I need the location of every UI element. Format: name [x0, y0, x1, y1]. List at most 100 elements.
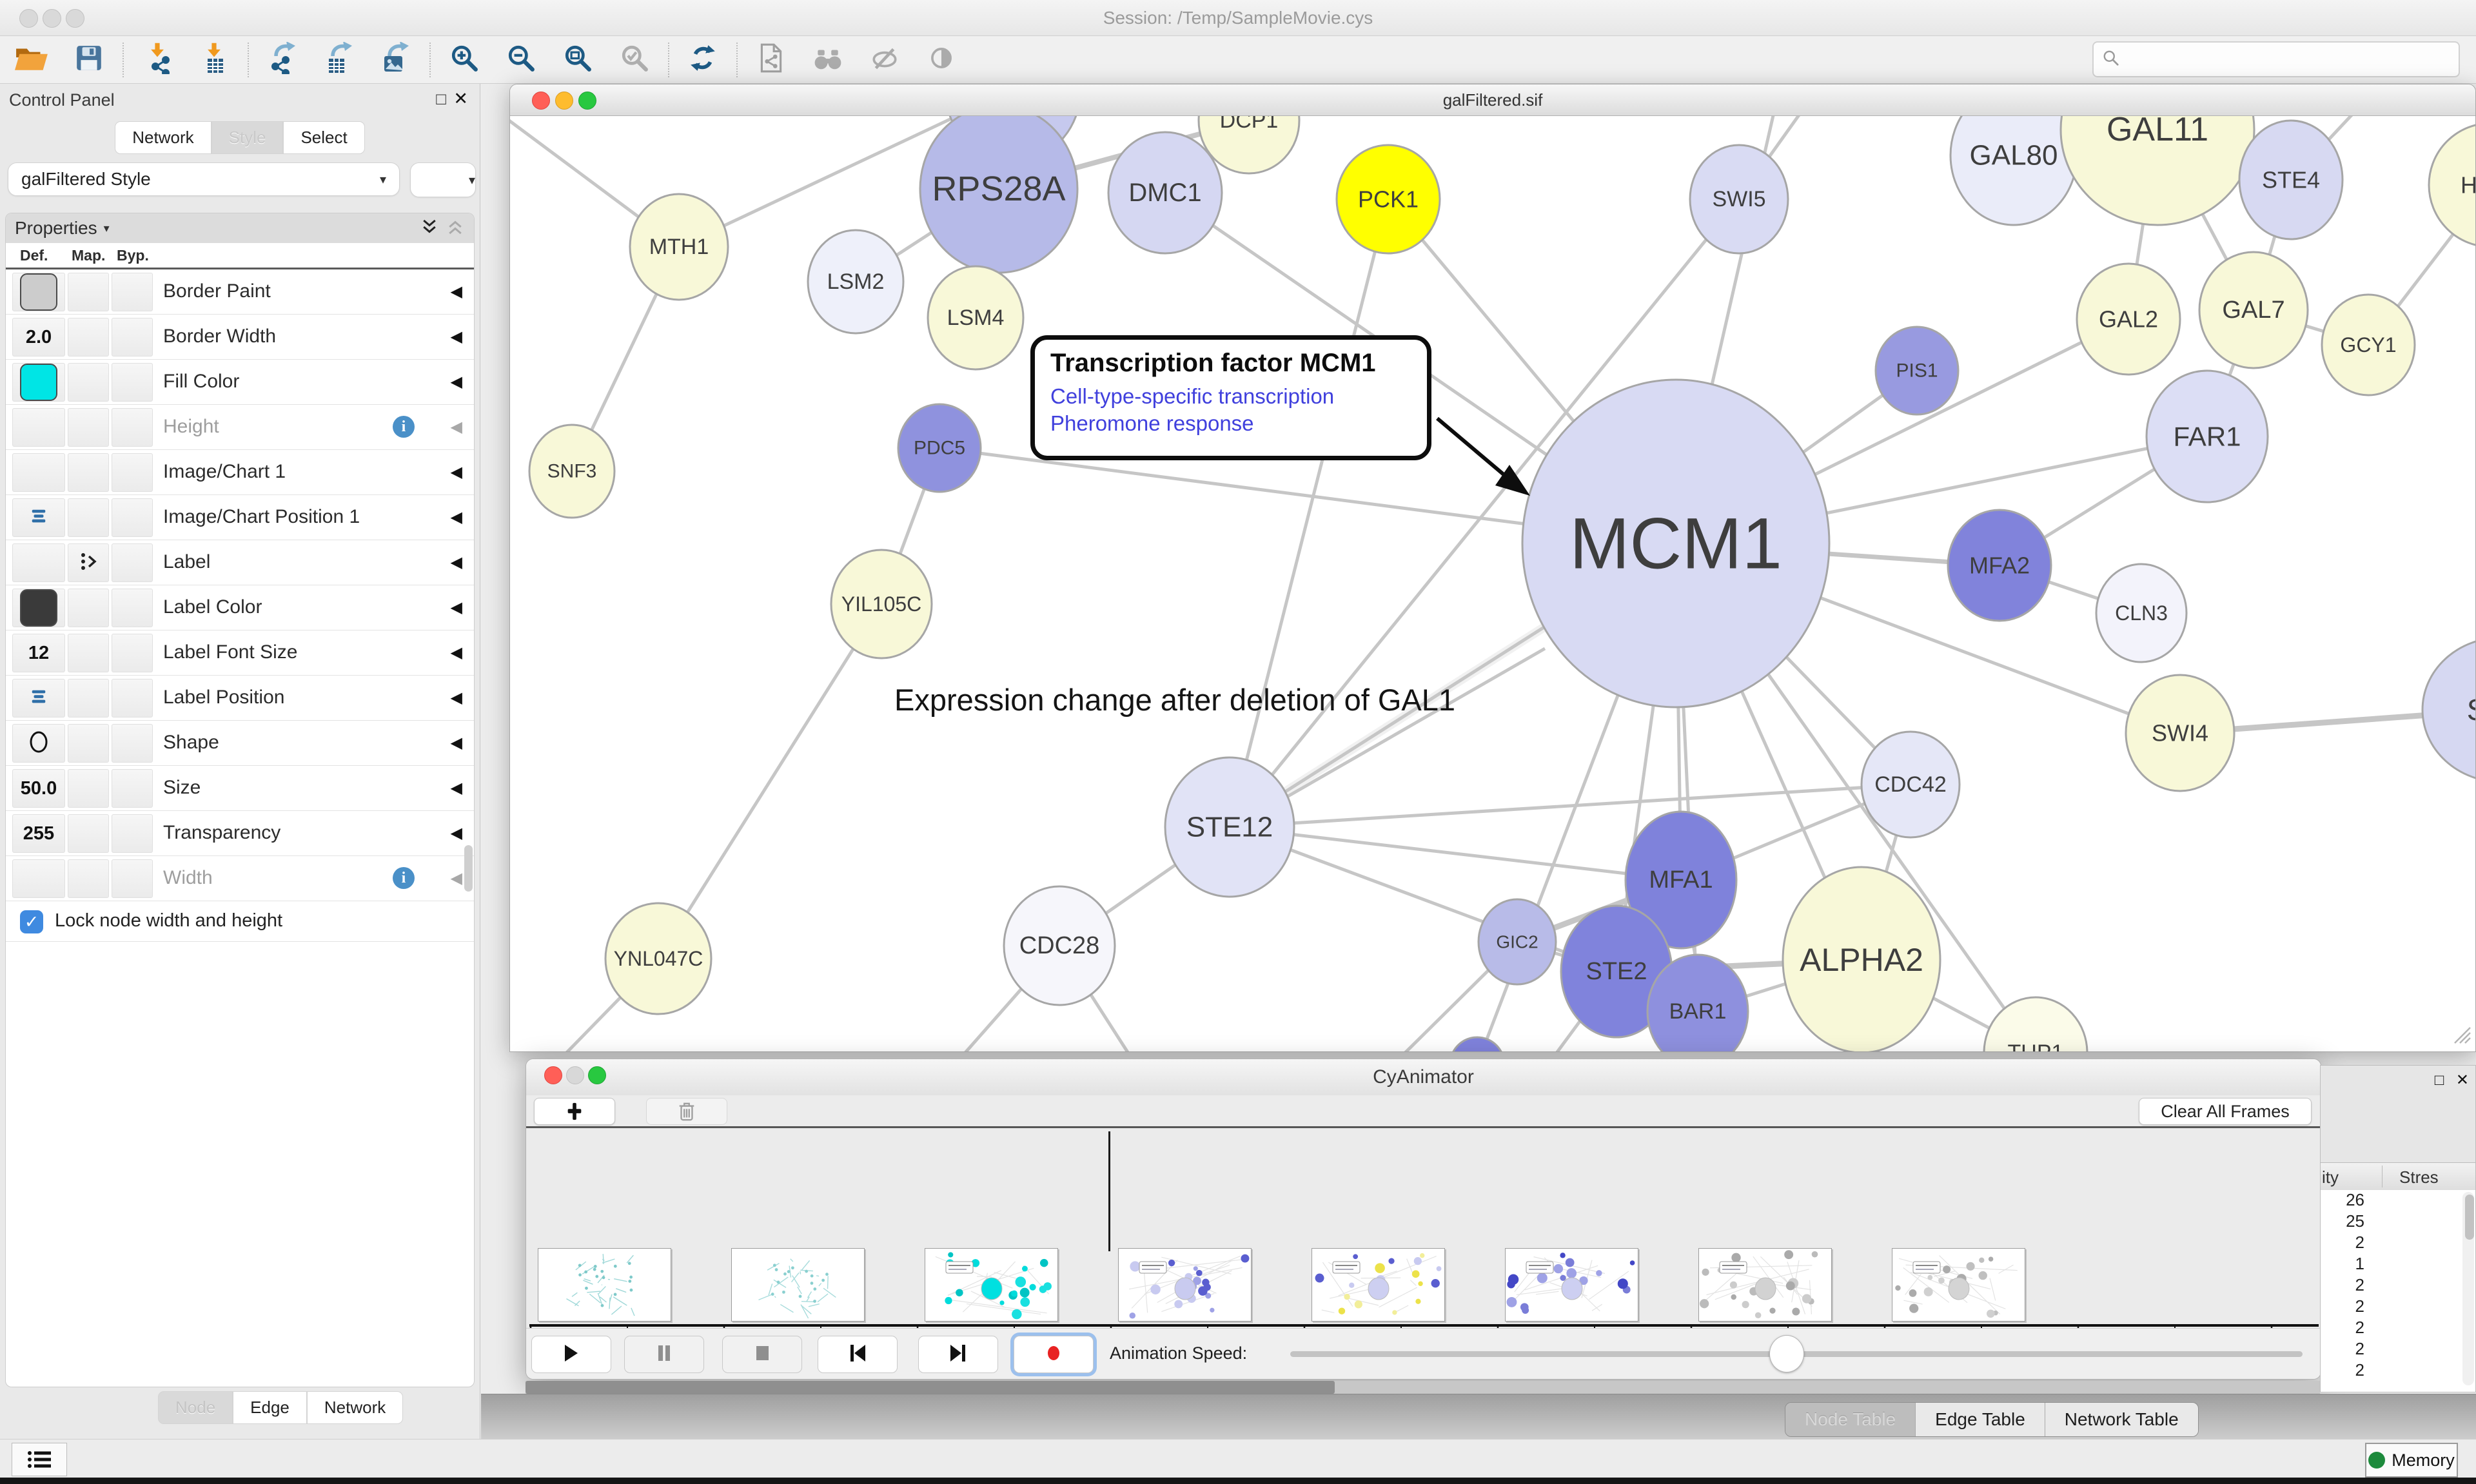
annotation-link[interactable]: Cell-type-specific transcription — [1050, 384, 1411, 409]
network-node-gcy1[interactable]: GCY1 — [2322, 295, 2415, 395]
network-node-mcm1[interactable]: MCM1 — [1522, 380, 1829, 707]
table-row[interactable]: 2 — [2321, 1339, 2475, 1360]
default-value-swatch[interactable] — [20, 364, 57, 401]
expand-all-icon[interactable] — [420, 217, 439, 240]
network-node-dmc1[interactable]: DMC1 — [1108, 132, 1222, 253]
network-node-swi4[interactable]: SWI4 — [2126, 675, 2234, 791]
network-node-snf3[interactable]: SNF3 — [529, 425, 614, 518]
frame-thumbnail-7[interactable] — [1892, 1248, 2025, 1322]
expand-row-icon[interactable]: ◀ — [451, 463, 462, 482]
info-icon[interactable]: i — [393, 416, 415, 438]
bypass-cell[interactable] — [112, 724, 153, 763]
mapping-cell[interactable] — [68, 724, 109, 763]
properties-header[interactable]: Properties ▾ — [6, 213, 474, 243]
default-value[interactable]: 255 — [23, 823, 54, 845]
bypass-cell[interactable] — [112, 814, 153, 853]
mapping-cell[interactable] — [68, 543, 109, 582]
default-value[interactable]: 2.0 — [26, 327, 52, 348]
panel-scrollbar[interactable] — [464, 845, 473, 892]
network-node-lsm2[interactable]: LSM2 — [808, 230, 903, 333]
bypass-cell[interactable] — [112, 273, 153, 311]
frame-thumbnail-2[interactable] — [925, 1248, 1058, 1322]
mapping-cell[interactable] — [68, 408, 109, 447]
export-table-button[interactable] — [311, 39, 368, 81]
close-panel-icon[interactable]: ✕ — [2456, 1071, 2469, 1089]
mapping-cell[interactable] — [68, 859, 109, 898]
table-row[interactable]: 2 — [2321, 1296, 2475, 1318]
mapping-cell[interactable] — [68, 679, 109, 718]
expand-row-icon[interactable]: ◀ — [451, 824, 462, 843]
frame-thumbnail-1[interactable] — [731, 1248, 865, 1322]
network-node-unlabeled[interactable] — [1450, 1037, 1504, 1051]
default-value[interactable]: 50.0 — [21, 778, 57, 799]
network-node-pck1[interactable]: PCK1 — [1337, 145, 1440, 253]
expand-row-icon[interactable]: ◀ — [451, 373, 462, 391]
style-options-button[interactable]: ▾ — [410, 162, 476, 197]
network-node-cln3[interactable]: CLN3 — [2096, 564, 2186, 662]
mapping-cell[interactable] — [68, 769, 109, 808]
network-canvas[interactable]: RPS28BDCP1RPS28ADMC1PCK1MTH1LSM2LSM4SWI5… — [510, 116, 2475, 1051]
resize-grip[interactable] — [2450, 1022, 2471, 1048]
bypass-cell[interactable] — [112, 859, 153, 898]
frame-thumbnail-5[interactable] — [1505, 1248, 1638, 1322]
default-cell[interactable] — [12, 453, 65, 492]
table-row[interactable]: 26 — [2321, 1190, 2475, 1211]
next-frame-button[interactable] — [918, 1336, 998, 1373]
property-row-image-chart-position-1[interactable]: Image/Chart Position 1◀ — [6, 495, 474, 540]
property-row-shape[interactable]: Shape◀ — [6, 721, 474, 766]
network-node-rps28a[interactable]: RPS28A — [920, 116, 1077, 273]
expand-row-icon[interactable]: ◀ — [451, 643, 462, 662]
default-cell[interactable] — [12, 363, 65, 402]
tab-node-table[interactable]: Node Table — [1785, 1403, 1916, 1436]
expand-row-icon[interactable]: ◀ — [451, 598, 462, 617]
network-node-gal11[interactable]: GAL11 — [2061, 116, 2254, 225]
network-node-mth1[interactable]: MTH1 — [630, 194, 728, 300]
bypass-cell[interactable] — [112, 453, 153, 492]
expand-row-icon[interactable]: ◀ — [451, 327, 462, 346]
task-history-button[interactable] — [12, 1443, 67, 1476]
network-node-pis1[interactable]: PIS1 — [1876, 327, 1958, 415]
default-cell[interactable] — [12, 408, 65, 447]
export-image-button[interactable] — [368, 39, 424, 81]
network-node-gal2[interactable]: GAL2 — [2077, 264, 2180, 375]
mapping-cell[interactable] — [68, 363, 109, 402]
pause-button[interactable] — [624, 1336, 704, 1373]
import-network-button[interactable] — [129, 39, 186, 81]
tab-network-table[interactable]: Network Table — [2045, 1403, 2198, 1436]
memory-button[interactable]: Memory — [2365, 1443, 2458, 1478]
collapse-all-icon[interactable] — [446, 217, 465, 240]
default-cell[interactable] — [12, 543, 65, 582]
network-node-ste12[interactable]: STE12 — [1165, 757, 1294, 897]
default-cell[interactable] — [12, 859, 65, 898]
table-row[interactable]: 2 — [2321, 1233, 2475, 1254]
network-node-gal80[interactable]: GAL80 — [1950, 116, 2077, 225]
tab-network[interactable]: Network — [115, 121, 211, 154]
default-cell[interactable]: 12 — [12, 634, 65, 672]
refresh-layout-button[interactable] — [674, 39, 731, 81]
network-node-swi5[interactable]: SWI5 — [1690, 145, 1788, 253]
tab-node[interactable]: Node — [158, 1391, 233, 1424]
save-session-button[interactable] — [61, 39, 117, 81]
play-button[interactable] — [531, 1336, 611, 1373]
network-node-ste4[interactable]: STE4 — [2239, 121, 2343, 239]
timeline-playhead[interactable] — [1108, 1131, 1110, 1251]
property-row-border-paint[interactable]: Border Paint◀ — [6, 269, 474, 315]
property-row-label-color[interactable]: Label Color◀ — [6, 585, 474, 630]
mapping-cell[interactable] — [68, 814, 109, 853]
zoom-in-button[interactable] — [436, 39, 493, 81]
bypass-cell[interactable] — [112, 318, 153, 356]
property-row-label-position[interactable]: Label Position◀ — [6, 676, 474, 721]
mapping-cell[interactable] — [68, 273, 109, 311]
float-panel-icon[interactable]: □ — [2435, 1071, 2444, 1089]
bypass-cell[interactable] — [112, 498, 153, 537]
open-session-button[interactable] — [4, 39, 61, 81]
position-icon[interactable] — [29, 688, 48, 709]
bypass-cell[interactable] — [112, 363, 153, 402]
table-horizontal-scrollbar[interactable] — [526, 1381, 2320, 1394]
tab-edge-table[interactable]: Edge Table — [1916, 1403, 2045, 1436]
network-node-gic2[interactable]: GIC2 — [1479, 899, 1556, 984]
table-row[interactable]: 2 — [2321, 1360, 2475, 1381]
lock-size-checkbox[interactable]: ✓ — [20, 910, 43, 933]
position-icon[interactable] — [29, 507, 48, 529]
render-detail-button[interactable] — [913, 39, 970, 81]
